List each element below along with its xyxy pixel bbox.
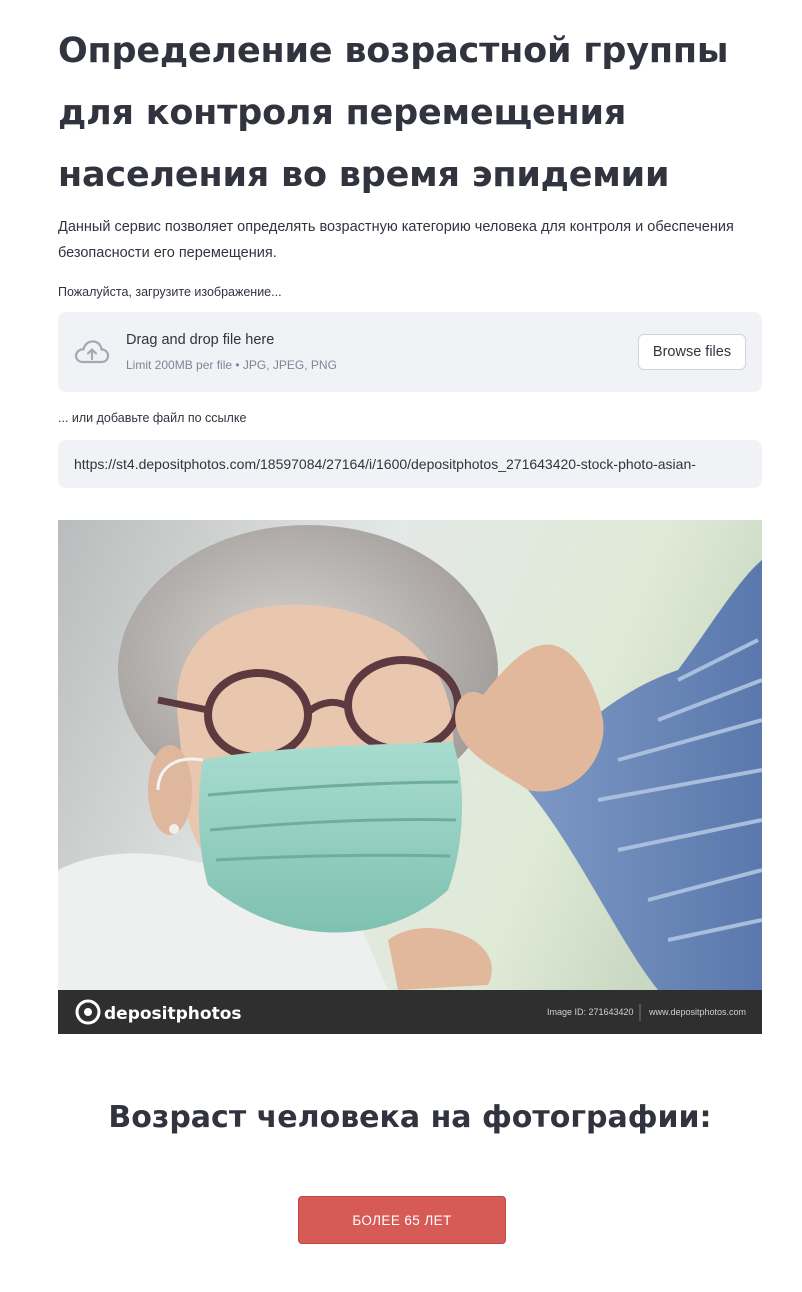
image-site: www.depositphotos.com — [648, 1007, 746, 1017]
page-description: Данный сервис позволяет определять возра… — [58, 219, 734, 261]
url-input-value: https://st4.depositphotos.com/18597084/2… — [74, 456, 696, 472]
url-label: ... или добавьте файл по ссылке — [58, 411, 247, 425]
photo-illustration: depositphotos Image ID: 271643420 www.de… — [58, 520, 762, 1034]
browse-files-button[interactable]: Browse files — [638, 334, 746, 370]
cloud-upload-icon — [74, 340, 110, 364]
dropzone-title: Drag and drop file here — [126, 332, 275, 348]
result-button[interactable]: БОЛЕЕ 65 ЛЕТ — [298, 1196, 506, 1244]
page-title: Определение возрастной группы для контро… — [58, 31, 729, 195]
file-dropzone[interactable]: Drag and drop file here Limit 200MB per … — [58, 312, 762, 392]
image-id: Image ID: 271643420 — [547, 1007, 634, 1017]
dropzone-limit: Limit 200MB per file • JPG, JPEG, PNG — [126, 358, 337, 372]
result-heading: Возраст человека на фотографии: — [108, 1100, 712, 1135]
upload-label: Пожалуйста, загрузите изображение... — [58, 285, 282, 299]
watermark-logo: depositphotos — [104, 1004, 242, 1024]
uploaded-photo: depositphotos Image ID: 271643420 www.de… — [58, 520, 762, 1034]
url-input[interactable]: https://st4.depositphotos.com/18597084/2… — [58, 440, 762, 488]
